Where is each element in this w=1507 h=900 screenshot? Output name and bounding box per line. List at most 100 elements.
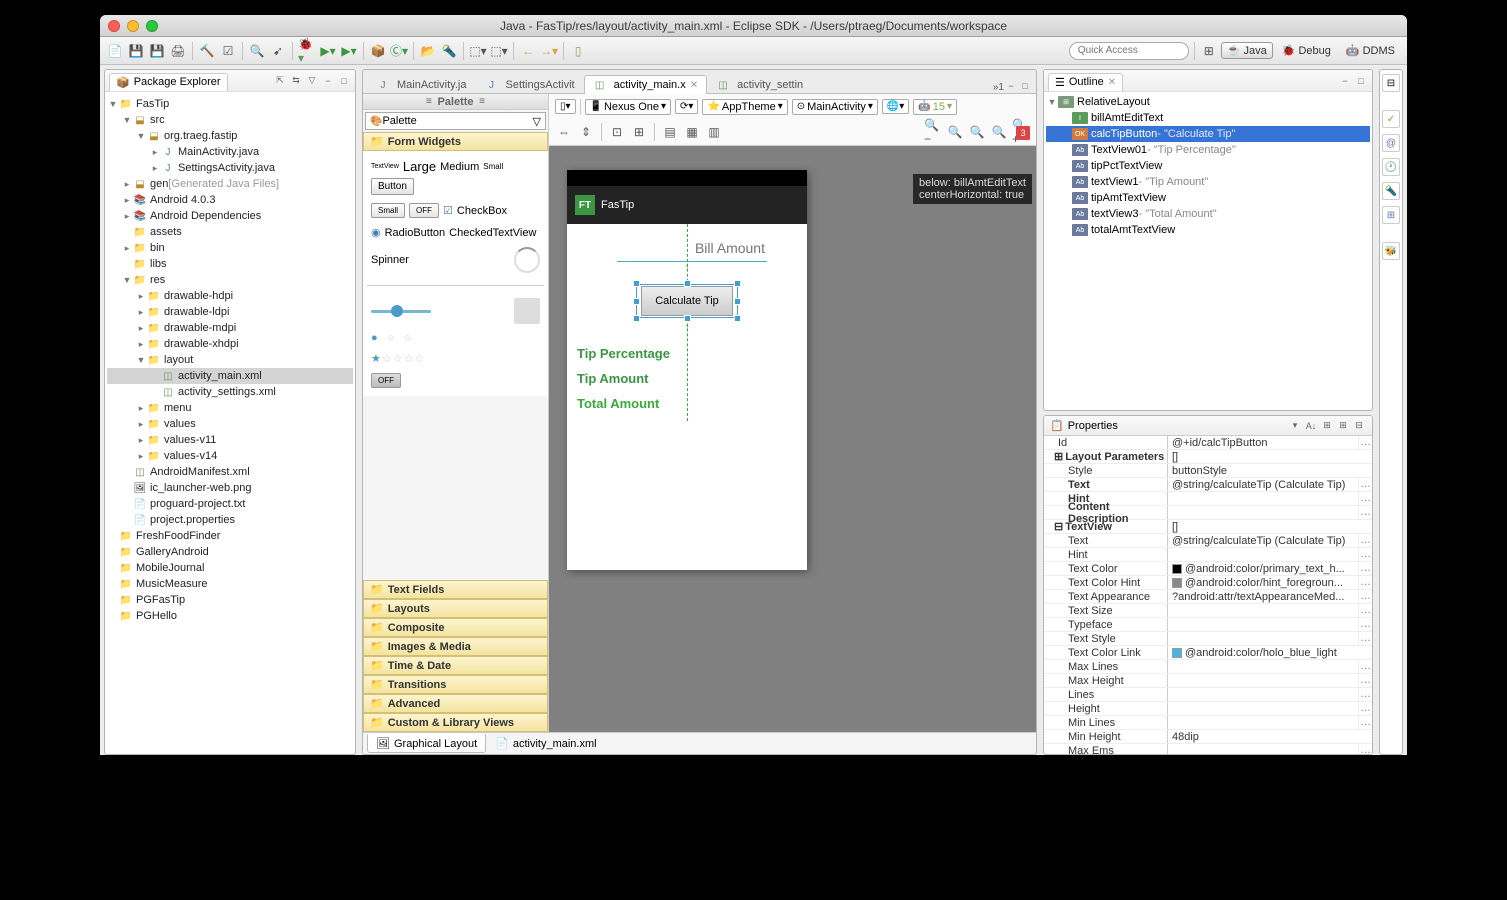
palette-section-advanced[interactable]: 📁 Advanced: [363, 694, 548, 713]
palette-dropdown[interactable]: 🎨 Palette▽: [365, 112, 546, 130]
task-list-icon[interactable]: ✓: [1382, 110, 1400, 128]
nav-icon[interactable]: ⬚▾: [469, 42, 487, 60]
minimize-icon[interactable]: −: [321, 74, 335, 88]
back-icon[interactable]: ←: [519, 42, 537, 60]
close-icon[interactable]: ✕: [690, 80, 698, 91]
editor-tab-activitysettings[interactable]: ◫activity_settin: [707, 75, 812, 94]
outline-tree[interactable]: ▼⊞RelativeLayout IbillAmtEditText OKcalc…: [1044, 92, 1372, 410]
right-column: ☰ Outline ✕ −□ ▼⊞RelativeLayout IbillAmt…: [1043, 69, 1373, 755]
debug-perspective-button[interactable]: 🐞Debug: [1276, 42, 1337, 59]
sort-icon[interactable]: A↓: [1304, 419, 1318, 433]
device-dropdown[interactable]: 📱 Nexus One ▾: [585, 99, 672, 115]
build-icon[interactable]: 🔨: [198, 42, 216, 60]
search-fast-icon[interactable]: 🔦: [1382, 182, 1400, 200]
open-perspective-icon[interactable]: ⊞: [1200, 42, 1218, 60]
graphical-layout-tab[interactable]: 🖼 Graphical Layout: [367, 734, 486, 753]
editor-tab-settingsactivity[interactable]: JSettingsActivit: [475, 75, 583, 94]
properties-title: Properties: [1068, 420, 1118, 432]
set-bounds2-icon[interactable]: ⇕: [577, 123, 595, 141]
align-center-icon[interactable]: ▦: [683, 123, 701, 141]
restore-icon[interactable]: ⊟: [1352, 419, 1366, 433]
link-editor-icon[interactable]: ⇆: [289, 74, 303, 88]
java-perspective-button[interactable]: ☕ Java: [1221, 42, 1273, 59]
canvas-toolbar: ▯▾ 📱 Nexus One ▾ ⟳▾ ⭐AppTheme ▾ ⊙MainAct…: [549, 94, 1036, 146]
ddms-perspective-button[interactable]: 🤖DDMS: [1340, 42, 1401, 59]
nav2-icon[interactable]: ⬚▾: [490, 42, 508, 60]
run-icon[interactable]: ▶▾: [319, 42, 337, 60]
editor-tab-activitymain[interactable]: ◫activity_main.x ✕: [584, 75, 708, 94]
main-toolbar: 📄 💾 💾 🖨 🔨 ☑ 🔍 ➹ 🐞▾ ▶▾ ▶▾ 📦 Ⓒ▾ 📂 🔦 ⬚▾ ⬚▾ …: [100, 37, 1407, 65]
palette-section-timedate[interactable]: 📁 Time & Date: [363, 656, 548, 675]
palette-section-transitions[interactable]: 📁 Transitions: [363, 675, 548, 694]
app-bar: FT FasTip: [567, 186, 807, 224]
theme-dropdown[interactable]: ⭐AppTheme ▾: [702, 99, 787, 115]
advanced-icon[interactable]: ⊞: [1320, 419, 1334, 433]
error-badge[interactable]: 3: [1016, 126, 1030, 140]
toggle-icon[interactable]: ☑: [219, 42, 237, 60]
package-explorer-tab[interactable]: 📦 Package Explorer: [109, 73, 228, 91]
toggle-margin2-icon[interactable]: ⊞: [630, 123, 648, 141]
xml-source-tab[interactable]: 📄 activity_main.xml: [486, 734, 605, 753]
zoom-100-icon[interactable]: 🔍: [968, 123, 986, 141]
layout-canvas[interactable]: ▯▾ 📱 Nexus One ▾ ⟳▾ ⭐AppTheme ▾ ⊙MainAct…: [549, 94, 1036, 732]
save-icon[interactable]: 💾: [127, 42, 145, 60]
markers-icon[interactable]: @: [1382, 134, 1400, 152]
maximize-icon[interactable]: □: [337, 74, 351, 88]
package-explorer-tree[interactable]: ▼📁FasTip ▼⬓src ▼⬓org.traeg.fastip ▸JMain…: [105, 92, 355, 754]
maximize-icon[interactable]: □: [1354, 74, 1368, 88]
toggle-margin-icon[interactable]: ⊡: [608, 123, 626, 141]
minimize-icon[interactable]: −: [1338, 74, 1352, 88]
palette-section-layouts[interactable]: 📁 Layouts: [363, 599, 548, 618]
maximize-editor-icon[interactable]: □: [1018, 79, 1032, 93]
align-right-icon[interactable]: ▥: [705, 123, 723, 141]
open-folder-icon[interactable]: 📂: [419, 42, 437, 60]
filter-icon[interactable]: ▾: [1288, 419, 1302, 433]
orientation-dropdown[interactable]: ⟳▾: [675, 99, 698, 114]
save-all-icon[interactable]: 💾: [148, 42, 166, 60]
palette-section-images[interactable]: 📁 Images & Media: [363, 637, 548, 656]
activity-dropdown[interactable]: ⊙MainActivity ▾: [792, 99, 878, 115]
device-preview[interactable]: FT FasTip ↑ Calcu: [567, 170, 807, 570]
bill-amount-input[interactable]: [617, 234, 767, 262]
view-menu-icon[interactable]: ▽: [305, 74, 319, 88]
align-left-icon[interactable]: ▤: [661, 123, 679, 141]
outline-tab[interactable]: ☰ Outline ✕: [1048, 73, 1123, 91]
new-icon[interactable]: 📄: [106, 42, 124, 60]
logcat-icon[interactable]: 🐝: [1382, 242, 1400, 260]
cursor-icon[interactable]: ➹: [269, 42, 287, 60]
calculate-tip-button[interactable]: Calculate Tip: [641, 286, 733, 316]
android-sdk-icon[interactable]: ▯: [569, 42, 587, 60]
editor-tab-mainactivity[interactable]: JMainActivity.ja: [367, 75, 475, 94]
palette-section-custom[interactable]: 📁 Custom & Library Views: [363, 713, 548, 732]
set-bounds-icon[interactable]: ⇔: [555, 123, 573, 141]
api-dropdown[interactable]: 🤖 15 ▾: [913, 99, 957, 115]
zoom-out-icon[interactable]: 🔍−: [924, 123, 942, 141]
properties-table[interactable]: Id@+id/calcTipButton… ⊞Layout Parameters…: [1044, 436, 1372, 754]
fast-view-restore-icon[interactable]: ⊟: [1382, 74, 1400, 92]
progress-icon[interactable]: ⊞: [1382, 206, 1400, 224]
quick-access-input[interactable]: [1069, 42, 1189, 60]
new-class-icon[interactable]: Ⓒ▾: [390, 42, 408, 60]
palette-section-textfields[interactable]: 📁 Text Fields: [363, 580, 548, 599]
run-last-icon[interactable]: ▶▾: [340, 42, 358, 60]
minimize-editor-icon[interactable]: −: [1004, 79, 1018, 93]
palette-section-composite[interactable]: 📁 Composite: [363, 618, 548, 637]
debug-icon[interactable]: 🐞▾: [298, 42, 316, 60]
history-icon[interactable]: 🕐: [1382, 158, 1400, 176]
search-icon[interactable]: 🔦: [440, 42, 458, 60]
collapse-all-icon[interactable]: ⇱: [273, 74, 287, 88]
locale-dropdown[interactable]: 🌐▾: [882, 99, 909, 114]
zoom-fit-icon[interactable]: 🔍: [946, 123, 964, 141]
tab-overflow[interactable]: »1: [993, 82, 1004, 93]
palette-section-formwidgets[interactable]: 📁 Form Widgets: [363, 132, 548, 151]
close-icon[interactable]: ✕: [1108, 77, 1116, 88]
forward-icon[interactable]: →▾: [540, 42, 558, 60]
print-icon[interactable]: 🖨: [169, 42, 187, 60]
new-package-icon[interactable]: 📦: [369, 42, 387, 60]
editor-tabs: JMainActivity.ja JSettingsActivit ◫activ…: [363, 70, 1036, 94]
open-type-icon[interactable]: 🔍: [248, 42, 266, 60]
palette-button-widget[interactable]: Button: [371, 178, 414, 195]
view-menu-icon[interactable]: ⊞: [1336, 419, 1350, 433]
config-dropdown[interactable]: ▯▾: [555, 99, 576, 114]
zoom-fit2-icon[interactable]: 🔍: [990, 123, 1008, 141]
